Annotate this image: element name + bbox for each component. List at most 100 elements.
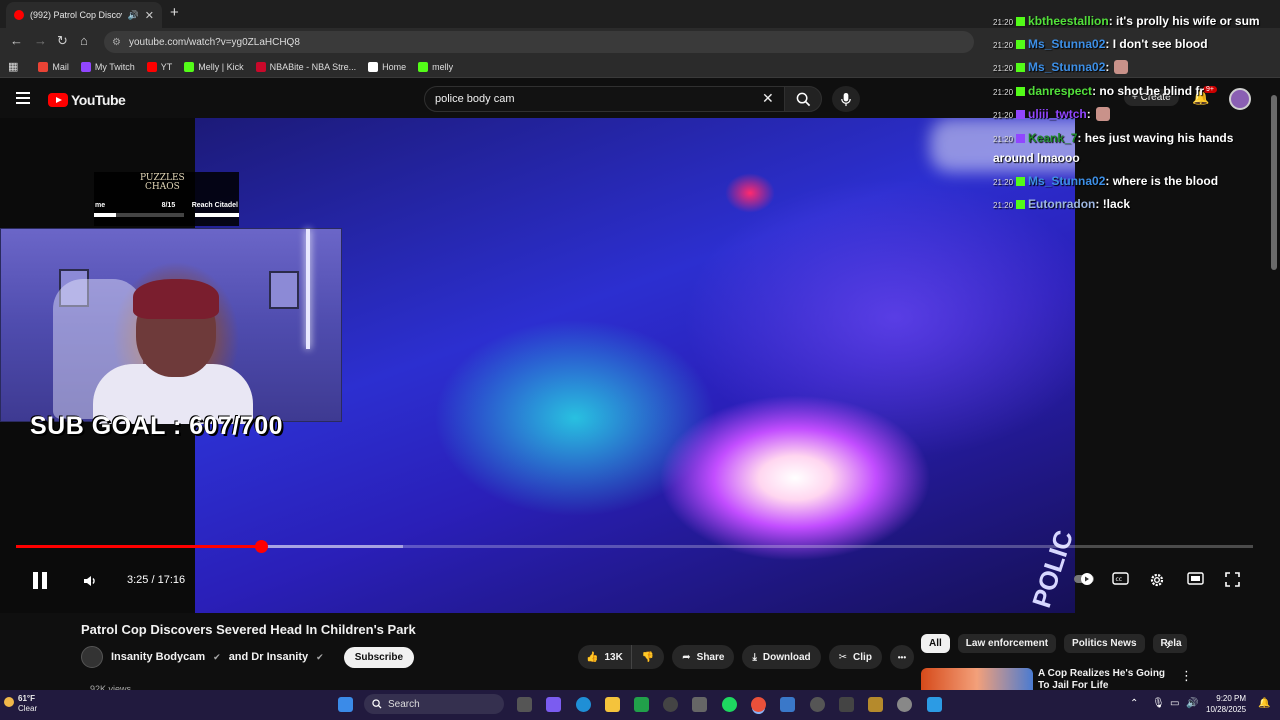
- chat-text: :: [1086, 107, 1091, 121]
- puzzle-right-label: Reach Citadel: [191, 202, 238, 209]
- chip-law-enforcement[interactable]: Law enforcement: [957, 634, 1057, 653]
- windows-start-icon[interactable]: [338, 697, 353, 712]
- bookmark-my-twitch[interactable]: My Twitch: [80, 61, 135, 72]
- chat-emote-icon: [1114, 60, 1129, 74]
- search-query: police body cam: [435, 93, 515, 105]
- verified-icon: ✔: [316, 651, 324, 662]
- clip-button[interactable]: ✂ Clip: [828, 645, 882, 669]
- theater-mode-icon: [1187, 572, 1204, 585]
- subscribe-button[interactable]: Subscribe: [343, 646, 415, 668]
- chip-all[interactable]: All: [921, 634, 950, 653]
- reload-icon[interactable]: ↻: [57, 33, 68, 49]
- chat-text: : !lack: [1095, 197, 1131, 211]
- search-button[interactable]: [784, 86, 822, 112]
- recommended-video-menu-icon[interactable]: ⋮: [1180, 668, 1193, 684]
- speaker-icon[interactable]: 🔊: [1186, 698, 1198, 709]
- chat-badge-icon: [1016, 17, 1026, 26]
- bookmark-label: Melly | Kick: [198, 61, 244, 72]
- pause-button[interactable]: [33, 572, 47, 589]
- tab-close-icon[interactable]: ✕: [145, 9, 154, 22]
- settings-button[interactable]: [1149, 572, 1165, 588]
- bookmark-melly[interactable]: melly: [418, 61, 454, 72]
- apps-grid-icon[interactable]: ▦: [8, 60, 18, 73]
- scrubber-handle[interactable]: [254, 540, 268, 553]
- bookmark-nbabite[interactable]: NBABite - NBA Stre...: [255, 61, 356, 72]
- volume-button[interactable]: [82, 573, 98, 594]
- chip-politics-news[interactable]: Politics News: [1064, 634, 1145, 653]
- chips-next-arrow-icon[interactable]: ›: [1166, 636, 1171, 652]
- thumbs-down-icon: 👎: [641, 651, 655, 663]
- recommended-video-thumbnail[interactable]: [921, 668, 1033, 690]
- browser-tab-youtube[interactable]: (992) Patrol Cop Discovers 🔊 ✕: [6, 2, 162, 28]
- captions-button[interactable]: cc: [1112, 572, 1129, 585]
- back-icon[interactable]: ←: [10, 33, 23, 48]
- bookmark-mail[interactable]: Mail: [38, 61, 69, 72]
- collab-channel-name[interactable]: and Dr Insanity: [229, 651, 308, 663]
- microphone-icon: [841, 92, 851, 106]
- share-button[interactable]: ➦ Share: [672, 645, 735, 669]
- tray-overflow-icon[interactable]: ⌃: [1130, 698, 1138, 709]
- network-icon[interactable]: ▭: [1170, 698, 1179, 709]
- app-icon[interactable]: [927, 697, 942, 712]
- copilot-icon[interactable]: [546, 697, 561, 712]
- spotify-icon[interactable]: [722, 697, 737, 712]
- download-button[interactable]: ⤓ Download: [742, 645, 821, 669]
- home-icon[interactable]: ⌂: [80, 33, 88, 48]
- autoplay-toggle[interactable]: [1074, 572, 1096, 586]
- notification-center-icon[interactable]: 🔔: [1258, 698, 1270, 709]
- more-actions-button[interactable]: •••: [889, 645, 914, 669]
- streamer-hair: [133, 279, 219, 319]
- police-light-glow: [725, 173, 775, 213]
- video-progress-bar[interactable]: [16, 540, 1253, 553]
- bookmark-label: Mail: [52, 61, 69, 72]
- puzzles-chaos-overlay: PUZZLES CHAOS me 8/15 Reach Citadel: [94, 172, 239, 226]
- media-player-icon[interactable]: [810, 697, 825, 712]
- xbox-icon[interactable]: [634, 697, 649, 712]
- more-icon: •••: [897, 652, 907, 662]
- channel-avatar[interactable]: [81, 646, 103, 668]
- recommended-video-title[interactable]: A Cop Realizes He's Going To Jail For Li…: [1038, 668, 1168, 690]
- weather-condition: Clear: [18, 704, 38, 713]
- microphone-tray-icon[interactable]: 🎙: [1152, 698, 1165, 709]
- tab-audio-icon[interactable]: 🔊: [128, 10, 139, 21]
- clear-search-icon[interactable]: ✕: [762, 90, 774, 107]
- fullscreen-button[interactable]: [1225, 572, 1240, 587]
- chrome-icon[interactable]: [751, 697, 766, 712]
- forward-icon[interactable]: →: [34, 33, 47, 48]
- menu-icon[interactable]: [16, 92, 30, 107]
- dislike-button[interactable]: 👎: [632, 652, 664, 663]
- bookmark-label: melly: [432, 61, 454, 72]
- voice-search-button[interactable]: [832, 86, 860, 112]
- photos-icon[interactable]: [780, 697, 795, 712]
- x-logo-icon: [368, 61, 379, 72]
- taskbar-search[interactable]: Search: [364, 694, 504, 714]
- theater-mode-button[interactable]: [1187, 572, 1204, 585]
- bookmark-label: Home: [382, 61, 407, 72]
- app-icon[interactable]: [839, 697, 854, 712]
- settings-icon[interactable]: [897, 697, 912, 712]
- channel-name[interactable]: Insanity Bodycam: [111, 651, 205, 663]
- bookmark-yt[interactable]: YT: [146, 61, 172, 72]
- captions-icon: cc: [1112, 572, 1129, 585]
- new-tab-button[interactable]: +: [170, 4, 179, 21]
- store-icon[interactable]: [692, 697, 707, 712]
- share-label: Share: [696, 651, 725, 663]
- taskbar-clock[interactable]: 9:20 PM 10/28/2025: [1206, 693, 1246, 715]
- task-view-icon[interactable]: [517, 697, 532, 712]
- chat-badge-icon: [1016, 87, 1026, 96]
- youtube-play-logo-icon: [48, 93, 68, 107]
- edge-icon[interactable]: [576, 697, 591, 712]
- like-button[interactable]: 👍 13K: [578, 645, 632, 669]
- chat-badge-icon: [1016, 110, 1026, 119]
- file-explorer-icon[interactable]: [605, 697, 620, 712]
- site-info-icon[interactable]: ⚙: [112, 37, 121, 48]
- bookmark-home[interactable]: Home: [368, 61, 407, 72]
- page-scrollbar[interactable]: [1271, 95, 1277, 270]
- bookmark-melly-kick[interactable]: Melly | Kick: [184, 61, 244, 72]
- search-input[interactable]: police body cam: [424, 86, 788, 112]
- address-bar[interactable]: ⚙ youtube.com/watch?v=yg0ZLaHCHQ8: [104, 31, 974, 53]
- app-icon[interactable]: [868, 697, 883, 712]
- weather-widget[interactable]: 61°F Clear: [18, 694, 37, 714]
- chatgpt-icon[interactable]: [663, 697, 678, 712]
- youtube-logo[interactable]: YouTube: [48, 92, 126, 108]
